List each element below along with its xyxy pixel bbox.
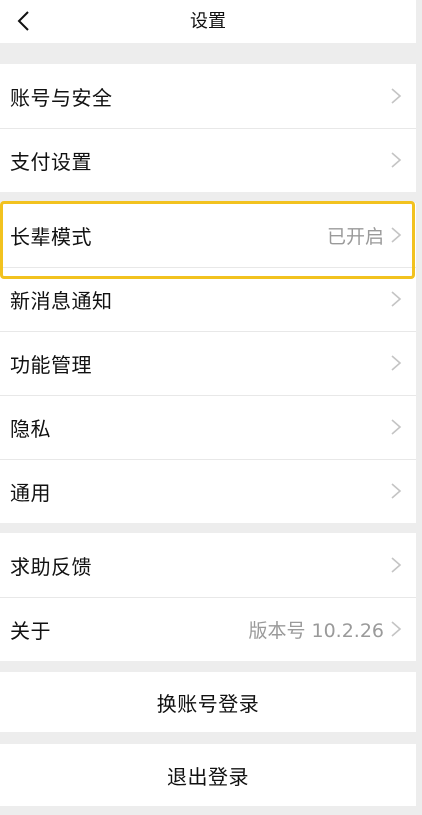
settings-item-label: 新消息通知 <box>10 288 113 313</box>
settings-item-general[interactable]: 通用 <box>0 459 416 523</box>
settings-item-notifications[interactable]: 新消息通知 <box>0 267 416 331</box>
chevron-right-icon <box>391 483 402 499</box>
version-number: 版本号 10.2.26 <box>248 619 384 642</box>
settings-item-label: 账号与安全 <box>10 85 113 110</box>
chevron-right-icon <box>391 88 402 104</box>
settings-item-label: 长辈模式 <box>10 224 92 249</box>
settings-item-about[interactable]: 关于 版本号 10.2.26 <box>0 597 416 661</box>
page-title: 设置 <box>190 11 226 32</box>
settings-item-label: 求助反馈 <box>10 554 92 579</box>
chevron-right-icon <box>391 152 402 168</box>
settings-item-feedback[interactable]: 求助反馈 <box>0 533 416 597</box>
settings-item-label: 关于 <box>10 618 51 643</box>
settings-group-account: 账号与安全 支付设置 <box>0 64 416 192</box>
settings-item-elder-mode[interactable]: 长辈模式 已开启 <box>0 203 416 267</box>
chevron-right-icon <box>391 557 402 573</box>
chevron-right-icon <box>391 621 402 637</box>
chevron-right-icon <box>391 227 402 243</box>
switch-account-button[interactable]: 换账号登录 <box>0 672 416 732</box>
settings-item-account-security[interactable]: 账号与安全 <box>0 64 416 128</box>
settings-item-privacy[interactable]: 隐私 <box>0 395 416 459</box>
logout-button[interactable]: 退出登录 <box>0 744 416 806</box>
settings-item-label: 通用 <box>10 480 51 505</box>
settings-item-label: 功能管理 <box>10 352 92 377</box>
settings-item-label: 支付设置 <box>10 149 92 174</box>
chevron-right-icon <box>391 419 402 435</box>
settings-item-features[interactable]: 功能管理 <box>0 331 416 395</box>
chevron-right-icon <box>391 291 402 307</box>
chevron-right-icon <box>391 355 402 371</box>
elder-mode-status: 已开启 <box>326 225 384 248</box>
settings-item-payment[interactable]: 支付设置 <box>0 128 416 192</box>
settings-group-help: 求助反馈 关于 版本号 10.2.26 <box>0 533 416 661</box>
settings-group-general: 长辈模式 已开启 新消息通知 功能管理 隐私 通用 <box>0 203 416 523</box>
settings-item-label: 隐私 <box>10 416 51 441</box>
nav-bar: 设置 <box>0 0 416 43</box>
